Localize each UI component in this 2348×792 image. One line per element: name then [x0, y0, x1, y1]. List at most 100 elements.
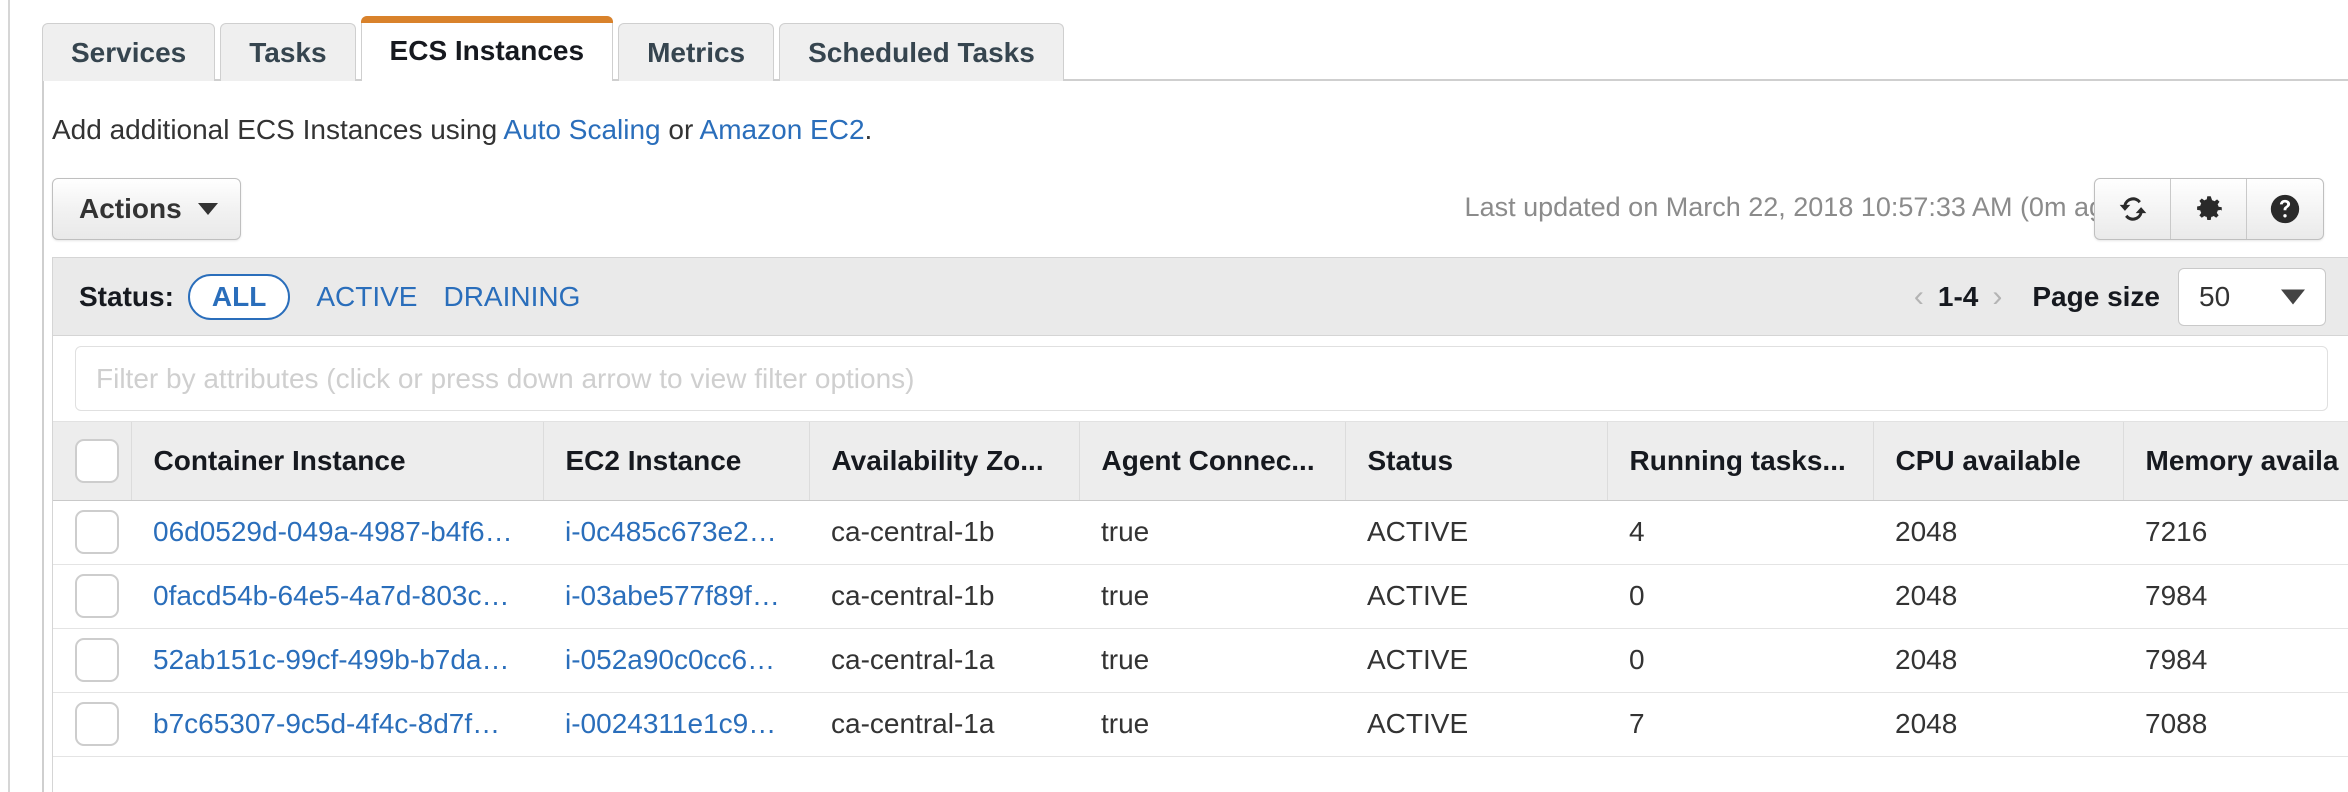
cell-cpu-available: 2048: [1873, 692, 2123, 757]
table-row[interactable]: 0facd54b-64e5-4a7d-803c… i-03abe577f89f… c…: [53, 564, 2348, 629]
auto-scaling-link[interactable]: Auto Scaling: [503, 114, 660, 145]
cell-ec2-instance: i-0024311e1c9…: [543, 692, 809, 757]
page-size-value: 50: [2199, 280, 2231, 312]
gear-icon: [2196, 196, 2222, 221]
settings-button[interactable]: [2171, 179, 2247, 239]
instances-table-body: 06d0529d-049a-4987-b4f6… i-0c485c673e2… ca…: [53, 500, 2348, 757]
status-filter-all[interactable]: ALL: [187, 273, 291, 320]
status-filter-active[interactable]: ACTIVE: [316, 281, 417, 313]
column-header-container-instance[interactable]: Container Instance: [131, 422, 544, 501]
amazon-ec2-link[interactable]: Amazon EC2: [700, 114, 865, 145]
cell-memory-available: 7088: [2123, 692, 2348, 757]
cell-container-instance: 0facd54b-64e5-4a7d-803c…: [131, 564, 543, 629]
ec2-instance-link[interactable]: i-052a90c0cc6…: [565, 644, 775, 675]
container-instance-link[interactable]: 06d0529d-049a-4987-b4f6…: [153, 516, 513, 547]
status-filter-group: Status: ALL ACTIVE DRAINING: [79, 258, 580, 335]
tab-services[interactable]: Services: [42, 23, 216, 81]
filter-input[interactable]: [75, 346, 2328, 411]
column-header-memory-available[interactable]: Memory availa: [2123, 422, 2348, 501]
cell-agent-connected: true: [1079, 564, 1345, 629]
filter-input-row: [53, 336, 2348, 422]
row-select-cell: [53, 564, 131, 629]
container-instance-link[interactable]: b7c65307-9c5d-4f4c-8d7f…: [153, 708, 500, 739]
table-row[interactable]: b7c65307-9c5d-4f4c-8d7f… i-0024311e1c9… ca…: [53, 692, 2348, 757]
cell-status: ACTIVE: [1345, 500, 1607, 565]
cell-availability-zone: ca-central-1b: [809, 500, 1079, 565]
ec2-instance-link[interactable]: i-0024311e1c9…: [565, 708, 776, 739]
column-header-cpu-available[interactable]: CPU available: [1873, 422, 2124, 501]
row-checkbox[interactable]: [75, 638, 119, 682]
cell-memory-available: 7984: [2123, 564, 2348, 629]
page-left-rule: [8, 0, 10, 792]
tab-label: Scheduled Tasks: [808, 36, 1035, 68]
page-range-label: 1-4: [1937, 280, 1979, 312]
tab-ecs-instances[interactable]: ECS Instances: [360, 16, 614, 83]
column-header-availability-zone[interactable]: Availability Zo...: [809, 422, 1080, 501]
cell-status: ACTIVE: [1345, 692, 1607, 757]
column-header-status[interactable]: Status: [1345, 422, 1608, 501]
chevron-right-icon[interactable]: ›: [1982, 281, 2012, 312]
cell-status: ACTIVE: [1345, 628, 1607, 693]
ec2-instance-link[interactable]: i-0c485c673e2…: [565, 516, 777, 547]
tab-metrics[interactable]: Metrics: [618, 23, 775, 81]
column-header-ec2-instance[interactable]: EC2 Instance: [543, 422, 810, 501]
table-header-row: Container Instance EC2 Instance Availabi…: [53, 422, 2348, 501]
help-button[interactable]: [2247, 179, 2323, 239]
row-select-cell: [53, 628, 131, 693]
ec2-instance-link[interactable]: i-03abe577f89f…: [565, 580, 780, 611]
tab-content-panel: Add additional ECS Instances using Auto …: [42, 79, 2348, 792]
row-select-cell: [53, 500, 131, 565]
row-checkbox[interactable]: [75, 510, 119, 554]
column-header-agent-connected[interactable]: Agent Connec...: [1079, 422, 1346, 501]
cell-availability-zone: ca-central-1a: [809, 628, 1079, 693]
tab-label: Tasks: [249, 36, 327, 68]
actions-button[interactable]: Actions: [52, 178, 241, 240]
row-checkbox[interactable]: [75, 574, 119, 618]
cell-container-instance: 06d0529d-049a-4987-b4f6…: [131, 500, 543, 565]
chevron-down-icon: [2281, 289, 2305, 304]
cell-memory-available: 7216: [2123, 500, 2348, 565]
status-filter-draining[interactable]: DRAINING: [443, 281, 580, 313]
tab-label: Services: [71, 36, 187, 68]
select-all-checkbox[interactable]: [75, 438, 119, 483]
intro-text: Add additional ECS Instances using Auto …: [52, 114, 872, 146]
cell-cpu-available: 2048: [1873, 500, 2123, 565]
refresh-button[interactable]: [2095, 179, 2171, 239]
cell-ec2-instance: i-0c485c673e2…: [543, 500, 809, 565]
cell-availability-zone: ca-central-1a: [809, 692, 1079, 757]
container-instance-link[interactable]: 0facd54b-64e5-4a7d-803c…: [153, 580, 509, 611]
row-select-cell: [53, 692, 131, 757]
page-size-select[interactable]: 50: [2178, 267, 2326, 326]
container-instance-link[interactable]: 52ab151c-99cf-499b-b7da…: [153, 644, 509, 675]
cell-agent-connected: true: [1079, 628, 1345, 693]
cell-cpu-available: 2048: [1873, 628, 2123, 693]
select-all-header: [53, 422, 132, 501]
cell-running-tasks: 0: [1607, 628, 1873, 693]
refresh-icon: [2119, 197, 2146, 221]
instances-table: Container Instance EC2 Instance Availabi…: [53, 422, 2348, 757]
tab-tasks[interactable]: Tasks: [220, 23, 356, 81]
tab-scheduled-tasks[interactable]: Scheduled Tasks: [779, 23, 1064, 81]
status-filter-label: Status:: [79, 280, 174, 312]
tab-label: ECS Instances: [389, 35, 585, 66]
tab-bar: Services Tasks ECS Instances Metrics Schedul…: [42, 16, 1069, 83]
ecs-instances-page: Services Tasks ECS Instances Metrics Schedul…: [0, 0, 2348, 792]
cell-running-tasks: 0: [1607, 564, 1873, 629]
row-checkbox[interactable]: [75, 702, 119, 746]
instances-table-wrapper: Container Instance EC2 Instance Availabi…: [53, 422, 2348, 757]
page-size-label: Page size: [2032, 280, 2160, 312]
intro-text-middle: or: [660, 114, 700, 145]
chevron-down-icon: [197, 203, 218, 215]
chevron-left-icon[interactable]: ‹: [1904, 281, 1934, 312]
table-row[interactable]: 52ab151c-99cf-499b-b7da… i-052a90c0cc6… ca…: [53, 628, 2348, 693]
help-icon: [2270, 194, 2300, 224]
pagination-group: ‹ 1-4 › Page size 50: [1904, 258, 2326, 335]
cell-memory-available: 7984: [2123, 628, 2348, 693]
cell-cpu-available: 2048: [1873, 564, 2123, 629]
cell-status: ACTIVE: [1345, 564, 1607, 629]
table-row[interactable]: 06d0529d-049a-4987-b4f6… i-0c485c673e2… ca…: [53, 500, 2348, 565]
column-header-running-tasks[interactable]: Running tasks...: [1607, 422, 1874, 501]
intro-text-before: Add additional ECS Instances using: [52, 114, 504, 145]
cell-ec2-instance: i-03abe577f89f…: [543, 564, 809, 629]
intro-text-after: .: [864, 114, 873, 145]
